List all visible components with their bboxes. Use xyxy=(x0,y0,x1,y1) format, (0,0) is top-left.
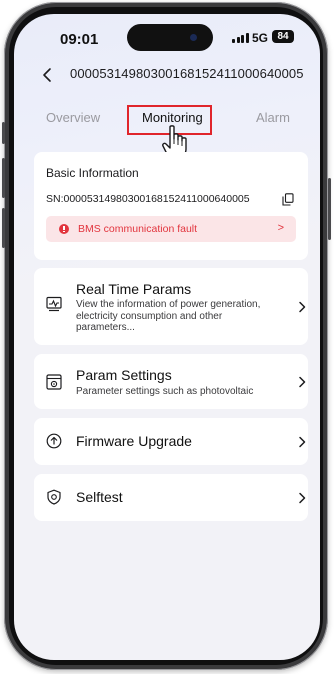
tab-overview[interactable]: Overview xyxy=(46,110,100,125)
fault-alert-banner[interactable]: BMS communication fault > xyxy=(46,216,296,242)
param-settings-icon xyxy=(46,374,62,390)
selftest-item[interactable]: Selftest xyxy=(34,474,308,521)
device-id-title: 00005314980300168152411000640005 xyxy=(70,66,304,81)
status-bar: 09:01 5G 84 xyxy=(14,14,320,60)
volume-down-button xyxy=(2,208,5,248)
action-button xyxy=(2,122,5,144)
realtime-chart-icon xyxy=(46,296,62,312)
tab-bar: Overview Monitoring Alarm xyxy=(14,104,320,159)
serial-number: SN:00005314980300168152411000640005 xyxy=(46,193,250,205)
real-time-params-item[interactable]: Real Time Params View the information of… xyxy=(34,268,308,345)
real-time-params-description: View the information of power generation… xyxy=(76,299,261,333)
real-time-params-title: Real Time Params xyxy=(76,281,192,297)
signal-bars-icon xyxy=(232,33,249,43)
fault-chevron-icon: > xyxy=(277,222,284,234)
volume-up-button xyxy=(2,158,5,198)
selftest-shield-icon xyxy=(47,489,61,505)
chevron-right-icon xyxy=(299,301,306,313)
param-settings-description: Parameter settings such as photovoltaic xyxy=(76,386,254,397)
firmware-upgrade-item[interactable]: Firmware Upgrade xyxy=(34,418,308,465)
chevron-right-icon xyxy=(299,376,306,388)
network-type: 5G xyxy=(252,31,269,45)
param-settings-title: Param Settings xyxy=(76,367,172,383)
app-screen: 09:01 5G 84 0000531498030016815241100064… xyxy=(14,14,320,660)
param-settings-item[interactable]: Param Settings Parameter settings such a… xyxy=(34,354,308,409)
copy-icon[interactable] xyxy=(282,193,294,206)
basic-information-title: Basic Information xyxy=(46,166,139,180)
firmware-upgrade-icon xyxy=(46,433,62,449)
battery-icon: 84 xyxy=(272,30,294,43)
fault-alert-text: BMS communication fault xyxy=(78,223,198,235)
selftest-title: Selftest xyxy=(76,489,123,505)
tab-alarm[interactable]: Alarm xyxy=(256,110,290,125)
chevron-right-icon xyxy=(299,492,306,504)
power-button xyxy=(328,178,331,240)
dynamic-island xyxy=(127,24,213,51)
fault-alert-icon xyxy=(59,224,69,234)
firmware-upgrade-title: Firmware Upgrade xyxy=(76,433,192,449)
chevron-right-icon xyxy=(299,436,306,448)
status-time: 09:01 xyxy=(60,31,99,48)
basic-information-card: Basic Information SN:0000531498030016815… xyxy=(34,152,308,260)
back-chevron-icon[interactable] xyxy=(40,66,56,84)
camera-dot-icon xyxy=(190,34,197,41)
navigation-bar: 00005314980300168152411000640005 xyxy=(14,64,320,86)
